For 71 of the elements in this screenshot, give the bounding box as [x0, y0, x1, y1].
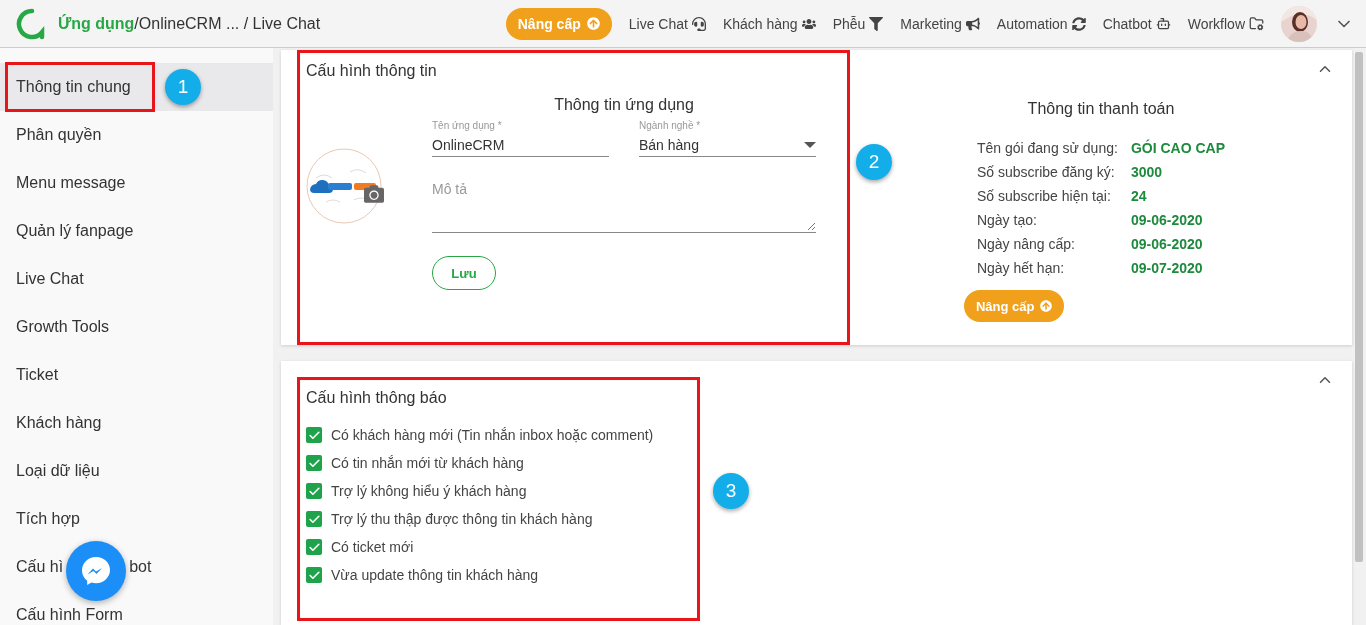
payment-label: Ngày nâng cấp: [976, 236, 1076, 252]
sidebar-item-text: Cấu hì [16, 558, 64, 575]
sidebar-item[interactable]: Ticket [0, 351, 273, 399]
notification-option[interactable]: Trợ lý không hiểu ý khách hàng [306, 483, 691, 499]
step-marker: 2 [856, 144, 892, 180]
headset-icon [691, 16, 706, 31]
nav-link[interactable]: Marketing [900, 15, 980, 32]
people-icon [801, 16, 816, 31]
nav-link[interactable]: Workflow [1187, 15, 1264, 32]
checkbox[interactable] [306, 455, 322, 471]
step-marker: 3 [713, 473, 749, 509]
sidebar-item[interactable]: Khách hàng [0, 399, 273, 447]
sidebar-item[interactable]: Quản lý fanpage [0, 207, 273, 255]
breadcrumb-app: /OnlineCRM ... [134, 14, 240, 33]
nav-link[interactable]: Chatbot [1102, 15, 1171, 32]
sidebar-item-text: bot [129, 558, 152, 575]
nav-link[interactable]: Automation [996, 15, 1086, 32]
checkbox[interactable] [306, 427, 322, 443]
payment-label: Ngày tạo: [976, 212, 1038, 228]
payment-heading: Thông tin thanh toán [1026, 100, 1176, 118]
checkbox[interactable] [306, 567, 322, 583]
sidebar-item[interactable]: Cấu hì bot [0, 543, 273, 591]
arrow-up-icon [1040, 300, 1053, 312]
sidebar-item[interactable]: Live Chat [0, 255, 273, 303]
name-field[interactable]: Tên ứng dụng * OnlineCRM [432, 120, 609, 157]
messenger-icon [79, 554, 113, 588]
nav-link[interactable]: Phễu [832, 15, 884, 32]
payment-value: 09-07-2020 [1130, 260, 1204, 276]
payment-value: 09-06-2020 [1130, 212, 1204, 228]
industry-select[interactable]: Ngành nghề * Bán hàng [639, 120, 816, 157]
step-marker: 1 [165, 69, 201, 105]
messenger-button[interactable] [66, 541, 126, 601]
payment-value: 09-06-2020 [1130, 236, 1204, 252]
checkbox[interactable] [306, 483, 322, 499]
sidebar-item[interactable]: Menu message [0, 159, 273, 207]
payment-value: 24 [1130, 188, 1148, 204]
notification-option[interactable]: Có tin nhắn mới từ khách hàng [306, 455, 691, 471]
nav-link[interactable]: Live Chat [628, 15, 706, 32]
arrow-up-icon [586, 17, 600, 30]
payment-label: Số subscribe hiện tại: [976, 188, 1112, 204]
breadcrumb-page: / Live Chat [242, 14, 321, 33]
section-title: Cấu hình thông báo [306, 388, 448, 407]
checkbox[interactable] [306, 539, 322, 555]
notification-option[interactable]: Có ticket mới [306, 539, 691, 555]
robot-icon [1155, 16, 1171, 31]
dropdown-arrow-icon[interactable] [804, 142, 816, 148]
nav-link[interactable]: Khách hàng [722, 15, 816, 32]
checkbox[interactable] [306, 511, 322, 527]
notification-option[interactable]: Vừa update thông tin khách hàng [306, 567, 691, 583]
form-heading: Thông tin ứng dụng [553, 96, 695, 114]
camera-icon[interactable] [364, 184, 384, 204]
section-title: Cấu hình thông tin [306, 61, 438, 80]
sidebar-item[interactable]: Growth Tools [0, 303, 273, 351]
funnel-icon [869, 16, 884, 31]
payment-label: Ngày hết hạn: [976, 260, 1066, 276]
sidebar-item[interactable]: Tích hợp [0, 495, 273, 543]
payment-label: Số subscribe đăng ký: [976, 164, 1116, 180]
notification-option[interactable]: Có khách hàng mới (Tin nhắn inbox hoặc comment) [306, 427, 691, 443]
folder-gear-icon [1249, 16, 1264, 31]
notification-option[interactable]: Trợ lý thu thập được thông tin khách hàng [306, 511, 691, 527]
scrollbar-thumb[interactable] [1355, 52, 1363, 562]
resize-handle-icon[interactable] [807, 222, 815, 230]
payment-label: Tên gói đang sử dụng: [976, 140, 1119, 156]
payment-value: 3000 [1130, 164, 1164, 180]
sidebar-item[interactable]: Thông tin chung 1 [0, 63, 273, 111]
megaphone-icon [965, 16, 980, 31]
payment-value: GÓI CAO CAP [1130, 140, 1226, 156]
sidebar-item[interactable]: Loại dữ liệu [0, 447, 273, 495]
sidebar-item[interactable]: Phân quyền [0, 111, 273, 159]
sidebar-item[interactable]: Cấu hình Form [0, 591, 273, 625]
refresh-icon [1071, 16, 1086, 31]
